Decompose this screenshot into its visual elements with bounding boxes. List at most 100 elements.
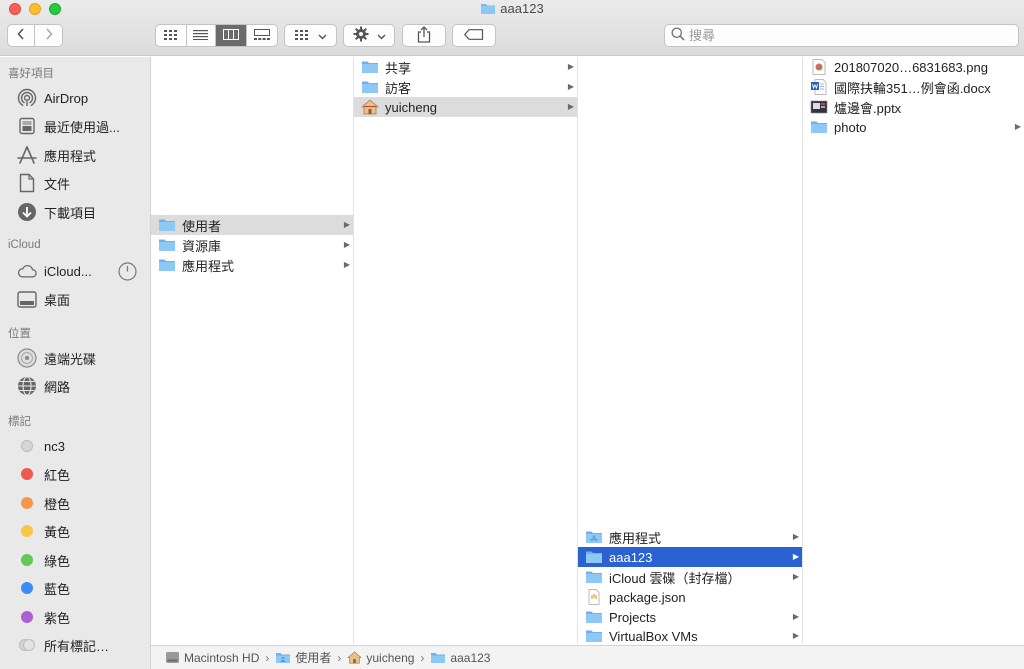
disclosure-arrow-icon: ▶ <box>792 631 799 640</box>
sidebar-section-icloud: iCloud <box>8 239 41 251</box>
sidebar-tag-purple[interactable]: 紫色 <box>0 604 150 630</box>
sidebar-item-recents[interactable]: 最近使用過... <box>0 113 150 139</box>
view-mode-selector <box>155 24 278 47</box>
sidebar: 喜好項目 AirDrop 最近使用過... 應用程式 文件 下載項目 iClou… <box>0 57 151 669</box>
sidebar-tag-yellow[interactable]: 黃色 <box>0 518 150 544</box>
browser-column-3: 應用程式 ▶ aaa123 ▶ iCloud 雲碟（封存檔） ▶ package… <box>578 57 803 644</box>
back-button[interactable] <box>8 25 35 46</box>
hard-drive-icon <box>165 651 180 664</box>
sidebar-item-label: 紫色 <box>44 610 71 626</box>
tags-button[interactable] <box>452 24 496 47</box>
browser-column-4: 201807020…6831683.png 國際扶輪351…例會函.docx 爐… <box>803 57 1024 644</box>
image-file-icon <box>810 59 828 75</box>
folder-icon <box>585 628 603 644</box>
list-item-projects[interactable]: Projects ▶ <box>578 607 802 627</box>
chevron-right-icon <box>45 28 53 43</box>
applications-folder-icon <box>585 529 603 545</box>
recents-icon <box>17 116 37 136</box>
sidebar-item-label: AirDrop <box>44 90 89 106</box>
chevron-down-icon <box>376 28 386 43</box>
list-item-virtualbox-vms[interactable]: VirtualBox VMs ▶ <box>578 626 802 646</box>
sidebar-tag-blue[interactable]: 藍色 <box>0 575 150 601</box>
breadcrumb-label: yuicheng <box>366 650 415 665</box>
sidebar-item-applications[interactable]: 應用程式 <box>0 142 150 168</box>
forward-button[interactable] <box>35 25 62 46</box>
item-label: photo <box>834 119 867 135</box>
sidebar-item-label: 應用程式 <box>44 148 97 164</box>
list-item-pptx-file[interactable]: 爐邊會.pptx <box>803 97 1024 117</box>
list-item-aaa123[interactable]: aaa123 ▶ <box>578 547 802 567</box>
item-label: 共享 <box>385 60 412 76</box>
breadcrumb-separator-icon: › <box>265 650 270 665</box>
tag-dot-icon <box>21 468 33 480</box>
sidebar-item-network[interactable]: 網路 <box>0 373 150 399</box>
list-item-users[interactable]: 使用者 ▶ <box>151 215 353 235</box>
applications-icon <box>17 145 37 165</box>
list-item-icloud-archive[interactable]: iCloud 雲碟（封存檔） ▶ <box>578 567 802 587</box>
list-item-library[interactable]: 資源庫 ▶ <box>151 235 353 255</box>
home-icon <box>361 99 379 115</box>
share-button[interactable] <box>402 24 446 47</box>
list-item-guest[interactable]: 訪客 ▶ <box>354 77 577 97</box>
item-label: iCloud 雲碟（封存檔） <box>609 570 741 586</box>
folder-icon <box>361 79 379 95</box>
disclosure-arrow-icon: ▶ <box>792 572 799 581</box>
icon-view-button[interactable] <box>156 25 187 46</box>
sidebar-section-tags: 標記 <box>8 416 31 428</box>
breadcrumb-aaa123[interactable]: aaa123 <box>430 651 490 665</box>
sidebar-tag-nc3[interactable]: nc3 <box>0 433 150 459</box>
sidebar-item-label: 黃色 <box>44 524 71 540</box>
sidebar-tag-all[interactable]: 所有標記… <box>0 632 150 658</box>
sidebar-item-airdrop[interactable]: AirDrop <box>0 85 150 111</box>
browser-column-1: 使用者 ▶ 資源庫 ▶ 應用程式 ▶ <box>151 57 354 644</box>
chevron-down-icon <box>317 28 327 43</box>
column-view-button[interactable] <box>216 25 247 46</box>
list-item-shared[interactable]: 共享 ▶ <box>354 57 577 77</box>
network-icon <box>17 376 37 396</box>
icloud-progress-icon <box>118 262 137 284</box>
list-item-png-file[interactable]: 201807020…6831683.png <box>803 57 1024 77</box>
pptx-file-icon <box>810 99 828 115</box>
title-bar: aaa123 <box>0 0 1024 56</box>
sidebar-item-remote-disc[interactable]: 遠端光碟 <box>0 345 150 371</box>
sidebar-item-desktop[interactable]: 桌面 <box>0 286 150 312</box>
list-item-docx-file[interactable]: 國際扶輪351…例會函.docx <box>803 77 1024 97</box>
disclosure-arrow-icon: ▶ <box>792 532 799 541</box>
sidebar-item-icloud-drive[interactable]: iCloud... <box>0 258 150 284</box>
action-menu-button[interactable] <box>343 24 395 47</box>
columns-icon <box>222 28 239 43</box>
sidebar-item-downloads[interactable]: 下載項目 <box>0 199 150 225</box>
window-title-text: aaa123 <box>500 1 544 16</box>
breadcrumb-macintosh-hd[interactable]: Macintosh HD <box>165 651 259 665</box>
breadcrumb-label: 使用者 <box>295 651 332 665</box>
search-input[interactable] <box>689 28 989 43</box>
sidebar-tag-orange[interactable]: 橙色 <box>0 490 150 516</box>
folder-icon <box>158 217 176 233</box>
group-by-button[interactable] <box>284 24 337 47</box>
folder-icon <box>158 257 176 273</box>
item-label: 資源庫 <box>182 238 222 254</box>
folder-icon <box>585 549 603 565</box>
breadcrumb-users[interactable]: 使用者 <box>275 649 331 666</box>
search-field[interactable] <box>664 24 1019 47</box>
item-label: 使用者 <box>182 218 222 234</box>
list-item-photo-folder[interactable]: photo ▶ <box>803 117 1024 137</box>
sidebar-tag-red[interactable]: 紅色 <box>0 461 150 487</box>
sidebar-tag-green[interactable]: 綠色 <box>0 547 150 573</box>
list-item-applications[interactable]: 應用程式 ▶ <box>578 527 802 547</box>
list-item-package-json[interactable]: package.json <box>578 587 802 607</box>
cloud-icon <box>17 261 37 281</box>
item-label: 201807020…6831683.png <box>834 59 988 75</box>
list-item-applications[interactable]: 應用程式 ▶ <box>151 255 353 275</box>
item-label: 應用程式 <box>609 530 662 546</box>
sidebar-item-label: 文件 <box>44 176 71 192</box>
sidebar-item-label: 桌面 <box>44 292 71 308</box>
item-label: package.json <box>609 589 686 605</box>
list-view-button[interactable] <box>187 25 217 46</box>
list-item-home-folder[interactable]: yuicheng ▶ <box>354 97 577 117</box>
sidebar-item-documents[interactable]: 文件 <box>0 170 150 196</box>
breadcrumb-home[interactable]: yuicheng <box>347 651 414 665</box>
item-label: 國際扶輪351…例會函.docx <box>834 80 991 96</box>
sidebar-item-label: iCloud... <box>44 263 92 279</box>
gallery-view-button[interactable] <box>247 25 277 46</box>
